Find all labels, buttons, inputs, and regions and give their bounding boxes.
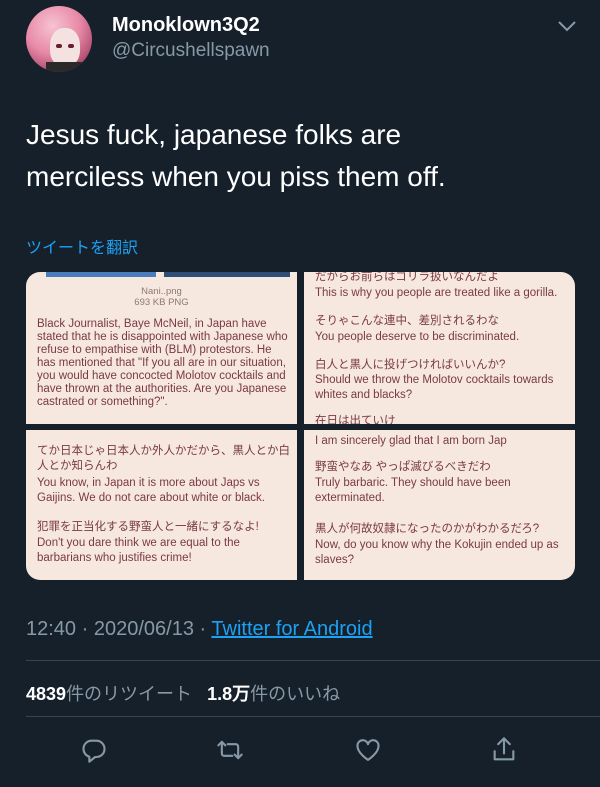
tweet-date: 2020/06/13 [93,618,194,640]
avatar-face [50,28,80,66]
image-caption-en: You know, in Japan it is more about Japs… [37,477,265,504]
image-caption-jp: 黒人が何故奴隷になったのかがわかるだろ? [315,523,540,535]
avatar-eye [56,44,62,48]
like-count: 1.8万 [207,684,251,704]
image-caption-jp: てか日本じゃ日本人か外人かだから、黒人とか白人とか知らんわ [37,445,290,472]
retweet-icon[interactable] [216,736,244,764]
image-caption-jp: 犯罪を正当化する野蛮人と一緒にするなよ! [37,521,259,533]
image-caption-jp: だからお前らはゴリラ扱いなんだよ [315,272,499,283]
image-caption-jp: 白人と黒人に投げつければいいんか? [315,359,506,371]
chevron-down-icon[interactable] [556,18,578,34]
attachment-file-size: 693 KB PNG [134,297,189,308]
image-caption-jp: そりゃこんな連中、差別されるわな [315,315,499,327]
media-image-2[interactable]: だからお前らはゴリラ扱いなんだよ This is why you people … [304,272,575,424]
screenshot-tab-bar [164,272,290,277]
tweet-meta: 12:40 · 2020/06/13 · Twitter for Android [26,618,373,641]
image-caption-en: Don't you dare think we are equal to the… [37,537,240,564]
tweet-text: Jesus fuck, japanese folks are merciless… [26,114,586,198]
image-caption: Black Journalist, Baye McNeil, in Japan … [37,318,288,408]
divider [26,716,600,717]
retweets-stat[interactable]: 4839件のリツイート [26,684,192,704]
like-label: 件のいいね [250,684,341,704]
media-image-3[interactable]: てか日本じゃ日本人か外人かだから、黒人とか白人とか知らんわ You know, … [26,430,297,580]
image-caption-en: This is why you people are treated like … [315,287,558,299]
likes-stat[interactable]: 1.8万件のいいね [207,684,340,704]
image-caption-en: Truly barbaric. They should have been ex… [315,477,511,504]
tweet-time: 12:40 [26,618,77,640]
retweet-label: 件のリツイート [66,684,193,704]
image-caption-jp: 在日は出ていけ [315,415,396,424]
image-caption-en: Now, do you know why the Kokujin ended u… [315,539,559,566]
reply-icon[interactable] [80,736,108,764]
tweet-stats: 4839件のリツイート 1.8万件のいいね [26,680,340,706]
meta-separator: · [199,618,207,640]
display-name[interactable]: Monoklown3Q2 [112,14,260,37]
user-handle[interactable]: @Circushellspawn [112,40,270,62]
tweet-text-line: merciless when you piss them off. [26,161,446,192]
image-caption-en: Should we throw the Molotov cocktails to… [315,374,554,401]
like-icon[interactable] [354,736,382,764]
image-caption-jp: 野蛮やなあ やっぱ滅びるべきだわ [315,461,491,473]
media-image-1[interactable]: Nani..png 693 KB PNG Black Journalist, B… [26,272,297,424]
image-caption-en: I am sincerely glad that I am born Jap [315,435,507,447]
tweet-text-line: Jesus fuck, japanese folks are [26,119,402,150]
image-caption-en: You people deserve to be discriminated. [315,331,520,343]
meta-separator: · [81,618,89,640]
media-grid: Nani..png 693 KB PNG Black Journalist, B… [26,272,575,580]
media-image-4[interactable]: I am sincerely glad that I am born Jap 野… [304,430,575,580]
avatar[interactable] [26,6,92,72]
divider [26,660,600,661]
screenshot-tab-bar [46,272,156,277]
avatar-eye [68,44,74,48]
tweet-source-link[interactable]: Twitter for Android [211,618,372,640]
avatar-collar [46,62,86,72]
retweet-count: 4839 [26,684,67,704]
share-icon[interactable] [490,736,518,764]
translate-tweet-link[interactable]: ツイートを翻訳 [26,234,138,258]
